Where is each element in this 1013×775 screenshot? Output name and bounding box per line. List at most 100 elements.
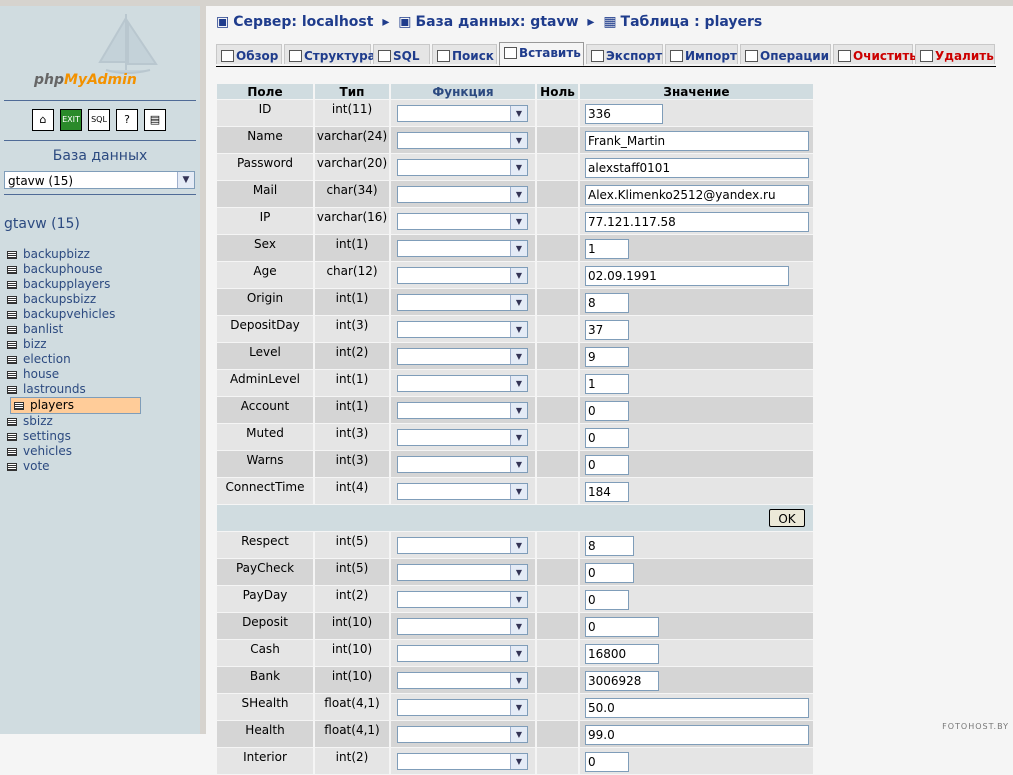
table-list-item[interactable]: backuphouse	[4, 262, 196, 277]
chevron-down-icon[interactable]: ▼	[510, 294, 527, 310]
chevron-down-icon[interactable]: ▼	[510, 186, 527, 202]
function-select[interactable]: ▼	[397, 455, 528, 473]
table-icon[interactable]	[7, 251, 17, 259]
function-select[interactable]: ▼	[397, 536, 528, 554]
value-input[interactable]: 0	[585, 401, 629, 421]
chevron-down-icon[interactable]: ▼	[510, 375, 527, 391]
value-input[interactable]: Frank_Martin	[585, 131, 809, 151]
chevron-down-icon[interactable]: ▼	[510, 402, 527, 418]
table-icon[interactable]	[7, 356, 17, 364]
value-input[interactable]: 184	[585, 482, 629, 502]
value-input[interactable]: 9	[585, 347, 629, 367]
chevron-down-icon[interactable]: ▼	[177, 172, 194, 188]
table-icon[interactable]	[7, 418, 17, 426]
value-input[interactable]: 1	[585, 374, 629, 394]
value-input[interactable]: 50.0	[585, 698, 809, 718]
tab-6[interactable]: Экспорт	[586, 44, 663, 64]
chevron-down-icon[interactable]: ▼	[510, 564, 527, 580]
function-select[interactable]: ▼	[397, 347, 528, 365]
chevron-down-icon[interactable]: ▼	[510, 618, 527, 634]
function-select[interactable]: ▼	[397, 158, 528, 176]
function-select[interactable]: ▼	[397, 698, 528, 716]
table-list-item[interactable]: backupvehicles	[4, 307, 196, 322]
function-select[interactable]: ▼	[397, 617, 528, 635]
chevron-down-icon[interactable]: ▼	[510, 429, 527, 445]
chevron-down-icon[interactable]: ▼	[510, 105, 527, 121]
tab-2[interactable]: Структура	[284, 44, 376, 64]
table-list-item[interactable]: backupplayers	[4, 277, 196, 292]
value-input[interactable]: alexstaff0101	[585, 158, 809, 178]
chevron-down-icon[interactable]: ▼	[510, 240, 527, 256]
table-list-item[interactable]: vehicles	[4, 444, 196, 459]
chevron-down-icon[interactable]: ▼	[510, 672, 527, 688]
table-list-item[interactable]: bizz	[4, 337, 196, 352]
value-input[interactable]: 77.121.117.58	[585, 212, 809, 232]
chevron-down-icon[interactable]: ▼	[510, 537, 527, 553]
function-select[interactable]: ▼	[397, 266, 528, 284]
database-title-link[interactable]: gtavw (15)	[4, 216, 80, 232]
table-icon[interactable]	[7, 448, 17, 456]
function-select[interactable]: ▼	[397, 374, 528, 392]
function-select[interactable]: ▼	[397, 401, 528, 419]
tab-8[interactable]: Операции	[740, 44, 831, 64]
function-select[interactable]: ▼	[397, 131, 528, 149]
tab-5[interactable]: Вставить	[499, 42, 584, 66]
exit-icon[interactable]: EXIT	[60, 109, 82, 131]
chevron-down-icon[interactable]: ▼	[510, 456, 527, 472]
ok-button[interactable]: OK	[769, 509, 805, 527]
value-input[interactable]: 0	[585, 752, 629, 772]
tab-7[interactable]: Импорт	[665, 44, 738, 64]
chevron-down-icon[interactable]: ▼	[510, 348, 527, 364]
breadcrumb-server[interactable]: Сервер: localhost	[233, 14, 373, 30]
table-list-item[interactable]: settings	[4, 429, 196, 444]
table-icon[interactable]	[7, 463, 17, 471]
function-select[interactable]: ▼	[397, 671, 528, 689]
value-input[interactable]: 99.0	[585, 725, 809, 745]
value-input[interactable]: 3006928	[585, 671, 659, 691]
value-input[interactable]: 02.09.1991	[585, 266, 789, 286]
table-list-item[interactable]: players	[10, 397, 141, 414]
value-input[interactable]: 8	[585, 293, 629, 313]
table-icon[interactable]	[7, 296, 17, 304]
table-icon[interactable]	[7, 266, 17, 274]
value-input[interactable]: 8	[585, 536, 634, 556]
table-list-item[interactable]: election	[4, 352, 196, 367]
chevron-down-icon[interactable]: ▼	[510, 267, 527, 283]
tab-9[interactable]: Очистить	[833, 44, 917, 64]
function-select[interactable]: ▼	[397, 185, 528, 203]
tab-4[interactable]: Поиск	[432, 44, 497, 64]
table-icon[interactable]	[7, 386, 17, 394]
chevron-down-icon[interactable]: ▼	[510, 132, 527, 148]
table-icon[interactable]	[7, 371, 17, 379]
table-list-item[interactable]: house	[4, 367, 196, 382]
chevron-down-icon[interactable]: ▼	[510, 726, 527, 742]
table-icon[interactable]	[7, 311, 17, 319]
value-input[interactable]: 0	[585, 428, 629, 448]
function-select[interactable]: ▼	[397, 212, 528, 230]
function-select[interactable]: ▼	[397, 590, 528, 608]
value-input[interactable]: 37	[585, 320, 629, 340]
table-list-item[interactable]: vote	[4, 459, 196, 474]
home-icon[interactable]: ⌂	[32, 109, 54, 131]
table-icon[interactable]	[7, 281, 17, 289]
table-list-item[interactable]: backupbizz	[4, 247, 196, 262]
tab-1[interactable]: Обзор	[216, 44, 282, 64]
value-input[interactable]: Alex.Klimenko2512@yandex.ru	[585, 185, 809, 205]
phpmyadmin-logo[interactable]: phpMyAdmin	[34, 72, 137, 88]
breadcrumb-database[interactable]: База данных: gtavw	[415, 14, 578, 30]
function-select[interactable]: ▼	[397, 428, 528, 446]
chevron-down-icon[interactable]: ▼	[510, 321, 527, 337]
value-input[interactable]: 0	[585, 617, 659, 637]
value-input[interactable]: 16800	[585, 644, 659, 664]
tab-3[interactable]: SQL	[373, 44, 430, 64]
table-icon[interactable]	[7, 326, 17, 334]
function-select[interactable]: ▼	[397, 725, 528, 743]
function-select[interactable]: ▼	[397, 104, 528, 122]
chevron-down-icon[interactable]: ▼	[510, 159, 527, 175]
table-list-item[interactable]: sbizz	[4, 414, 196, 429]
value-input[interactable]: 336	[585, 104, 663, 124]
table-icon[interactable]	[7, 433, 17, 441]
chevron-down-icon[interactable]: ▼	[510, 483, 527, 499]
value-input[interactable]: 1	[585, 239, 629, 259]
table-list-item[interactable]: backupsbizz	[4, 292, 196, 307]
